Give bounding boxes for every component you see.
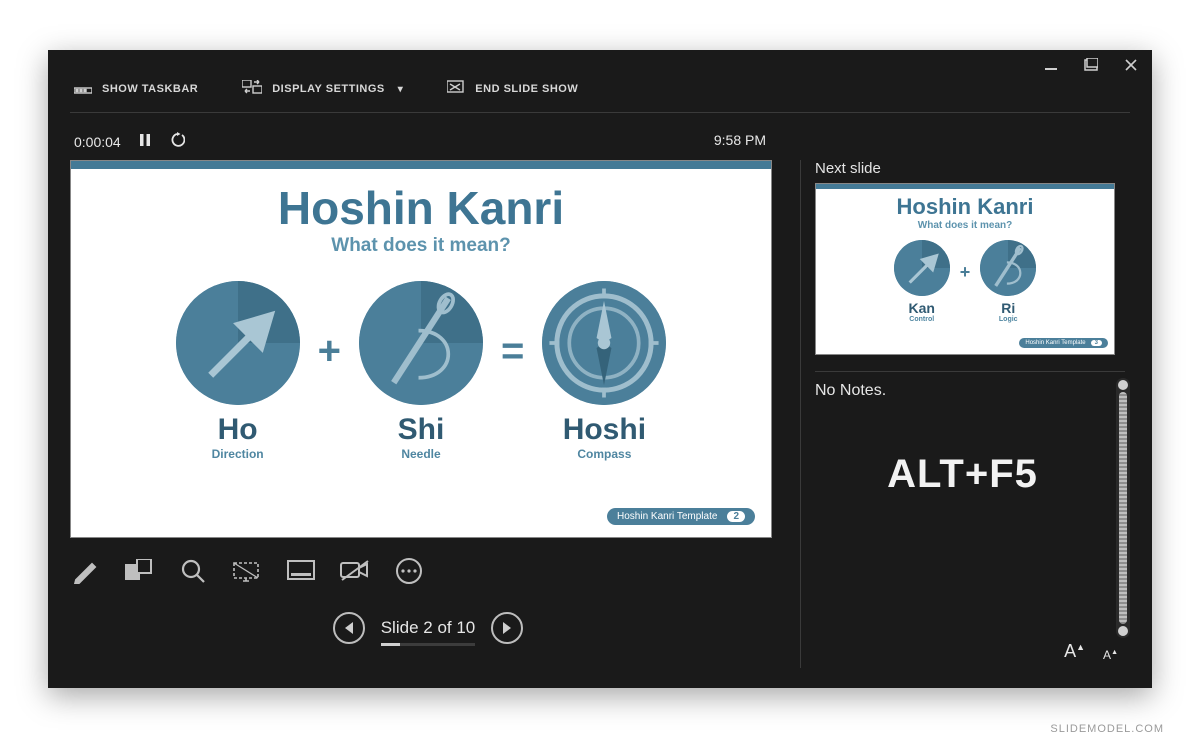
slide-footer-text: Hoshin Kanri Template [617, 511, 717, 522]
notes-scrollbar[interactable] [1116, 378, 1130, 638]
thumb-accent-bar [816, 184, 1114, 189]
minimize-button[interactable] [1044, 58, 1058, 72]
display-settings-label: DISPLAY SETTINGS [272, 83, 385, 95]
concept-hoshi-word: Hoshi [563, 413, 646, 447]
notes-placeholder: No Notes. [815, 382, 886, 668]
vertical-divider[interactable] [800, 160, 801, 668]
display-settings-button[interactable]: DISPLAY SETTINGS [242, 80, 403, 97]
toolbar-divider [70, 112, 1130, 113]
end-slide-show-button[interactable]: END SLIDE SHOW [447, 80, 578, 97]
next-slide-thumbnail[interactable]: Hoshin Kanri What does it mean? Kan Cont… [815, 183, 1115, 355]
thumb-title: Hoshin Kanri [816, 194, 1114, 220]
thumb-plus-operator: + [960, 262, 971, 301]
zoom-button[interactable] [178, 556, 208, 586]
pen-tool-button[interactable] [70, 556, 100, 586]
notes-area: No Notes. ALT+F5 [815, 382, 1130, 668]
slide-counter-total: 10 [456, 618, 475, 637]
concept-shi-meaning: Needle [401, 447, 440, 461]
timer-row: 0:00:04 [74, 132, 185, 151]
subtitle-button[interactable] [286, 556, 316, 586]
concept-hoshi-meaning: Compass [577, 447, 631, 461]
close-button[interactable] [1124, 58, 1138, 72]
decrease-font-button[interactable]: A▲ [1103, 648, 1118, 662]
see-all-slides-button[interactable] [124, 556, 154, 586]
notes-font-size-controls: A▲ A▲ [1064, 641, 1118, 662]
show-taskbar-button[interactable]: SHOW TASKBAR [74, 80, 198, 97]
slide-counter-current: 2 [423, 618, 432, 637]
concept-ho-meaning: Direction [212, 447, 264, 461]
plus-operator: + [318, 329, 341, 414]
concept-shi: Shi Needle [359, 281, 483, 461]
slide-concepts: Ho Direction + [71, 281, 771, 461]
more-options-button[interactable] [394, 556, 424, 586]
chevron-down-icon [395, 83, 404, 95]
top-toolbar: SHOW TASKBAR DISPLAY SETTINGS [74, 80, 578, 97]
presenter-tools [70, 556, 786, 586]
scroll-down-icon[interactable] [1118, 626, 1128, 636]
current-slide[interactable]: Hoshin Kanri What does it mean? [70, 160, 772, 538]
slide-progress-bar [381, 643, 476, 646]
left-pane: Hoshin Kanri What does it mean? [70, 160, 786, 668]
clock: 9:58 PM [714, 132, 766, 148]
scroll-up-icon[interactable] [1118, 380, 1128, 390]
concept-shi-word: Shi [398, 413, 445, 447]
black-screen-button[interactable] [232, 556, 262, 586]
concept-ho-word: Ho [218, 413, 258, 447]
slide-navigation: Slide 2 of 10 [70, 612, 786, 644]
pause-timer-button[interactable] [139, 133, 151, 150]
equals-operator: = [501, 329, 524, 414]
concept-hoshi: Hoshi Compass [542, 281, 666, 461]
thumb-ri-meaning: Logic [999, 316, 1018, 323]
camera-off-button[interactable] [340, 556, 370, 586]
thumb-footer-text: Hoshin Kanri Template [1025, 340, 1085, 346]
needle-icon [980, 240, 1036, 296]
right-divider[interactable] [815, 371, 1125, 372]
right-pane: Next slide Hoshin Kanri What does it mea… [815, 160, 1130, 668]
slide-title: Hoshin Kanri [71, 181, 771, 235]
end-slide-show-label: END SLIDE SHOW [475, 83, 578, 95]
window-controls [1044, 58, 1138, 72]
maximize-button[interactable] [1084, 58, 1098, 72]
increase-font-button[interactable]: A▲ [1064, 641, 1085, 662]
slide-subtitle: What does it mean? [71, 235, 771, 257]
slide-counter: Slide 2 of 10 [381, 618, 476, 638]
main-area: Hoshin Kanri What does it mean? [70, 160, 1130, 668]
slide-counter-prefix: Slide [381, 618, 424, 637]
thumb-concept-ri: Ri Logic [980, 240, 1036, 323]
watermark: SLIDEMODEL.COM [1050, 723, 1164, 735]
thumb-concepts: Kan Control + Ri Logic [816, 240, 1114, 323]
scroll-track[interactable] [1119, 392, 1127, 624]
arrow-icon [894, 240, 950, 296]
needle-icon [359, 281, 483, 405]
compass-icon [542, 281, 666, 405]
show-taskbar-label: SHOW TASKBAR [102, 83, 198, 95]
thumb-subtitle: What does it mean? [816, 220, 1114, 231]
presenter-view-window: SHOW TASKBAR DISPLAY SETTINGS [48, 50, 1152, 688]
swap-display-icon [242, 80, 262, 97]
next-slide-button[interactable] [491, 612, 523, 644]
thumb-kan-meaning: Control [909, 316, 934, 323]
arrow-icon [176, 281, 300, 405]
shortcut-overlay: ALT+F5 [815, 452, 1110, 497]
concept-ho: Ho Direction [176, 281, 300, 461]
thumb-concept-kan: Kan Control [894, 240, 950, 323]
thumb-footer-page: 3 [1091, 340, 1102, 346]
previous-slide-button[interactable] [333, 612, 365, 644]
thumb-footer-pill: Hoshin Kanri Template 3 [1019, 338, 1108, 348]
taskbar-icon [74, 80, 92, 97]
thumb-ri-word: Ri [1001, 300, 1015, 316]
slide-footer-page: 2 [727, 511, 745, 522]
slide-accent-bar [71, 161, 771, 169]
reset-timer-button[interactable] [169, 132, 185, 151]
elapsed-time: 0:00:04 [74, 134, 121, 150]
slide-counter-of: of [433, 618, 457, 637]
next-slide-header: Next slide [815, 160, 1130, 177]
slide-footer-pill: Hoshin Kanri Template 2 [607, 508, 755, 525]
end-show-icon [447, 80, 465, 97]
thumb-kan-word: Kan [909, 300, 935, 316]
